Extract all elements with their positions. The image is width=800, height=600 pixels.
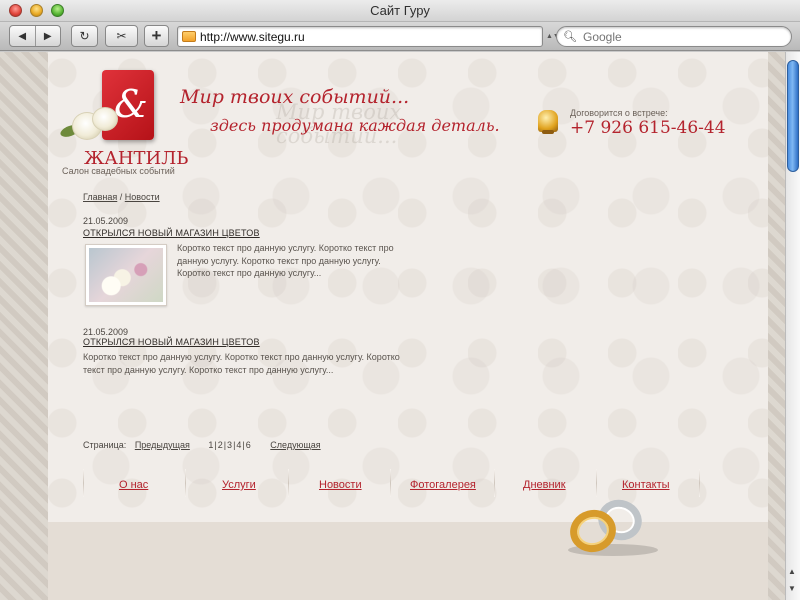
slogan: Мир твоих событий... Мир твоих событий..… — [176, 82, 506, 148]
phone-prefix: +7 926 — [570, 118, 639, 138]
address-bar[interactable]: http://www.sitegu.ru — [177, 26, 543, 47]
contact-label: Договорится о встрече: — [570, 108, 668, 118]
news-text-line: данную услугу. Коротко текст про данную … — [177, 255, 381, 266]
news-date: 21.05.2009 — [83, 216, 129, 226]
forward-button[interactable]: ▶ — [36, 31, 61, 42]
news-text: Коротко текст про данную услугу. Коротко… — [177, 242, 394, 280]
nav-divider — [390, 469, 391, 497]
vertical-scrollbar[interactable]: ▲ ▼ — [785, 52, 800, 600]
rose-decoration — [92, 107, 118, 131]
breadcrumb-separator: / — [117, 192, 125, 202]
nav-divider — [494, 469, 495, 497]
breadcrumb: Главная / Новости — [83, 192, 160, 202]
nav-divider — [596, 469, 597, 497]
back-forward-control: ◀ ▶ — [9, 25, 61, 47]
site-favicon-icon — [182, 31, 196, 42]
scrollbar-thumb[interactable] — [787, 60, 799, 172]
news-text-line: Коротко текст про данную услугу. Коротко… — [83, 352, 400, 362]
slogan-line-2: здесь продумана каждая деталь. — [210, 116, 500, 135]
nav-item-news[interactable]: Новости — [319, 479, 362, 491]
scroll-down-arrow-icon[interactable]: ▼ — [788, 584, 796, 593]
nav-item-contacts[interactable]: Контакты — [622, 479, 670, 491]
browser-toolbar: ◀ ▶ ↻ ✂ + http://www.sitegu.ru ▲▼ 🔍︎ — [0, 22, 800, 51]
pagination: Страница: Предыдущая 1|2|3|4|6 Следующая — [83, 440, 321, 450]
news-text-line: Коротко текст про данную услугу... — [177, 268, 322, 278]
news-title-link[interactable]: Открылся новый магазин цветов — [83, 228, 260, 238]
pagination-next-link[interactable]: Следующая — [270, 440, 320, 450]
bell-base — [542, 130, 554, 134]
news-title-link[interactable]: Открылся новый магазин цветов — [83, 337, 260, 347]
reload-button[interactable]: ↻ — [71, 25, 98, 47]
scroll-up-arrow-icon[interactable]: ▲ — [788, 567, 796, 576]
news-thumbnail[interactable] — [85, 244, 167, 306]
brand-subtitle: Салон свадебных событий — [62, 166, 175, 176]
add-bookmark-button[interactable]: + — [144, 25, 169, 47]
nav-item-diary[interactable]: Дневник — [523, 479, 566, 491]
news-text-line: Коротко текст про данную услугу. Коротко… — [177, 243, 394, 253]
back-button[interactable]: ◀ — [10, 31, 35, 42]
nav-item-about[interactable]: О нас — [119, 479, 148, 491]
snapshot-button[interactable]: ✂ — [105, 25, 138, 47]
nav-divider — [185, 469, 186, 497]
search-input[interactable] — [583, 29, 783, 45]
pagination-pages[interactable]: 1|2|3|4|6 — [208, 440, 251, 450]
phone-number: 615-46-44 — [638, 118, 726, 138]
search-field[interactable]: 🔍︎ — [556, 26, 792, 47]
news-text-line: текст про данную услугу. Коротко текст п… — [83, 364, 334, 375]
contact-phone: +7 926 615-46-44 — [570, 118, 726, 138]
footer-navigation: О нас Услуги Новости Фотогалерея Дневник… — [83, 467, 703, 497]
flowers-photo — [89, 248, 163, 302]
window-titlebar: Сайт Гуру — [0, 0, 800, 22]
logo-glyph-icon: & — [114, 82, 148, 126]
address-bar-url[interactable]: http://www.sitegu.ru — [200, 30, 305, 44]
pagination-prev-link[interactable]: Предыдущая — [135, 440, 190, 450]
footer-band — [48, 522, 768, 600]
nav-item-services[interactable]: Услуги — [222, 479, 256, 491]
pagination-label: Страница: — [83, 440, 127, 450]
browser-viewport: & ЖАНТИЛЬ Салон свадебных событий Мир тв… — [0, 52, 785, 600]
nav-divider — [83, 469, 84, 497]
nav-divider — [288, 469, 289, 497]
news-text: Коротко текст про данную услугу. Коротко… — [83, 351, 400, 376]
window-title: Сайт Гуру — [370, 3, 430, 18]
news-date: 21.05.2009 — [83, 327, 129, 337]
search-icon[interactable]: 🔍︎ — [563, 30, 577, 43]
nav-divider — [699, 469, 700, 497]
slogan-line-1: Мир твоих событий... — [180, 86, 410, 108]
web-page: & ЖАНТИЛЬ Салон свадебных событий Мир тв… — [48, 52, 768, 600]
breadcrumb-home-link[interactable]: Главная — [83, 192, 117, 202]
breadcrumb-current-link[interactable]: Новости — [125, 192, 160, 202]
nav-item-gallery[interactable]: Фотогалерея — [410, 479, 476, 491]
bell-icon — [538, 110, 558, 132]
